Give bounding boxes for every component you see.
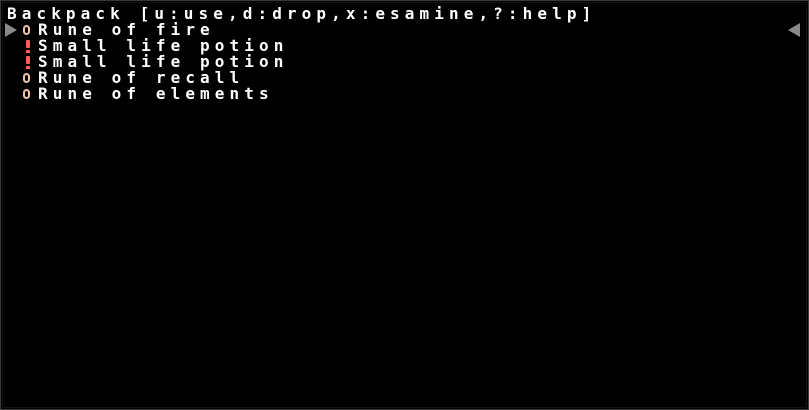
inventory-item-rune-of-elements[interactable]: Rune of elements xyxy=(21,86,288,102)
rune-icon xyxy=(21,86,38,102)
left-scroll-arrow-icon[interactable] xyxy=(5,23,17,37)
potion-icon xyxy=(21,38,38,54)
item-name: Rune of elements xyxy=(38,84,274,103)
rune-icon xyxy=(21,70,38,86)
inventory-list: Rune of fire Small life potion Small lif… xyxy=(21,22,288,102)
right-scroll-arrow-icon[interactable] xyxy=(788,23,800,37)
backpack-panel: Backpack [u:use,d:drop,x:esamine,?:help]… xyxy=(0,0,809,410)
rune-icon xyxy=(21,22,38,38)
potion-icon xyxy=(21,54,38,70)
